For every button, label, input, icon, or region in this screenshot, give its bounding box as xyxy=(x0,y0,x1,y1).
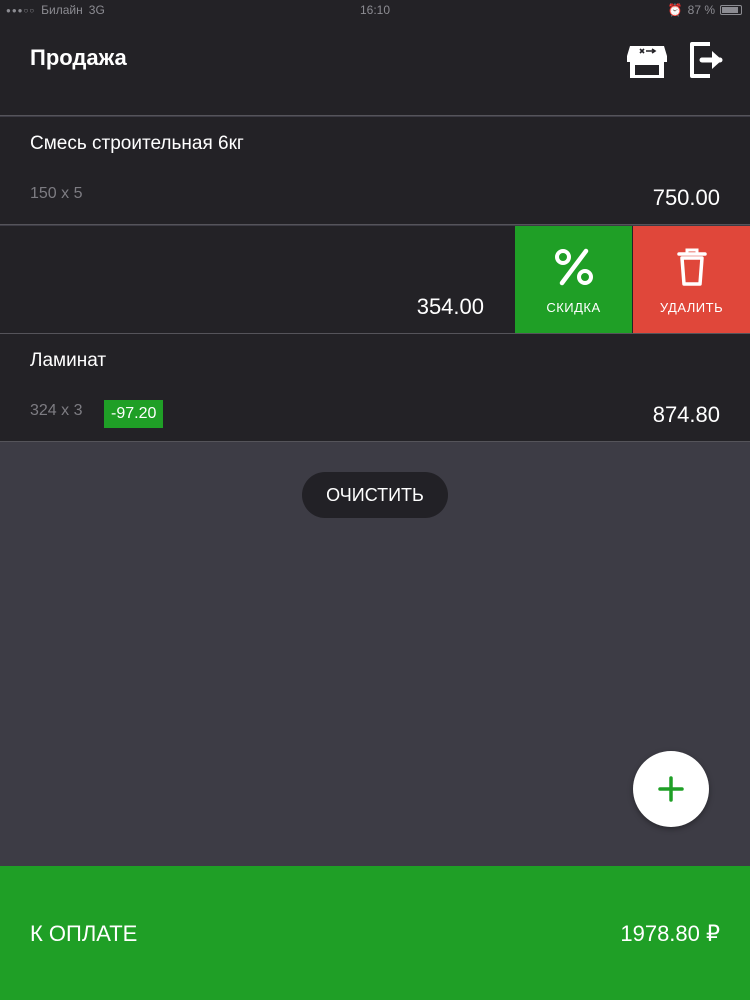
item-name: Смесь строительная 6кг xyxy=(30,133,244,154)
item-quantity: 324 x 3 xyxy=(30,402,83,419)
battery-label: 87 % xyxy=(687,3,715,17)
delete-button[interactable]: УДАЛИТЬ xyxy=(633,226,750,333)
alarm-icon: ⏰ xyxy=(667,3,683,17)
app-header: Продажа xyxy=(0,20,750,116)
pay-amount: 1978.80 ₽ xyxy=(620,921,720,946)
discount-label: СКИДКА xyxy=(546,300,601,315)
add-item-button[interactable] xyxy=(633,751,709,827)
item-quantity: 150 x 5 xyxy=(30,185,83,202)
delete-label: УДАЛИТЬ xyxy=(659,300,724,315)
cart-item-row-swiped[interactable]: 354.00 СКИДКА УДАЛИТЬ xyxy=(0,226,750,334)
battery-icon xyxy=(720,5,742,15)
percent-icon xyxy=(554,248,593,286)
status-bar: ●●●○○ Билайн 3G 16:10 ⏰ 87 % xyxy=(0,0,750,20)
page-title: Продажа xyxy=(30,45,127,70)
clear-button[interactable]: ОЧИСТИТЬ xyxy=(302,472,448,518)
store-icon[interactable] xyxy=(627,40,667,80)
plus-icon xyxy=(658,776,684,802)
cart-item-row[interactable]: Смесь строительная 6кг 150 x 5 750.00 xyxy=(0,117,750,225)
cart-item-row[interactable]: Ламинат 324 x 3 -97.20 874.80 xyxy=(0,334,750,442)
sale-screen: ●●●○○ Билайн 3G 16:10 ⏰ 87 % Продажа Сме… xyxy=(0,0,750,1000)
item-total: 874.80 xyxy=(652,402,720,427)
pay-label: К ОПЛАТЕ xyxy=(30,921,138,946)
pay-button[interactable]: К ОПЛАТЕ 1978.80 ₽ xyxy=(0,866,750,1000)
item-total: 750.00 xyxy=(652,185,720,210)
status-time: 16:10 xyxy=(359,3,391,17)
item-name: Ламинат xyxy=(30,350,107,371)
item-total: 354.00 xyxy=(416,294,484,319)
logout-icon[interactable] xyxy=(688,40,728,80)
status-right: ⏰ 87 % xyxy=(668,3,742,17)
trash-icon xyxy=(676,248,707,286)
discount-button[interactable]: СКИДКА xyxy=(515,226,632,333)
discount-badge: -97.20 xyxy=(104,400,164,428)
